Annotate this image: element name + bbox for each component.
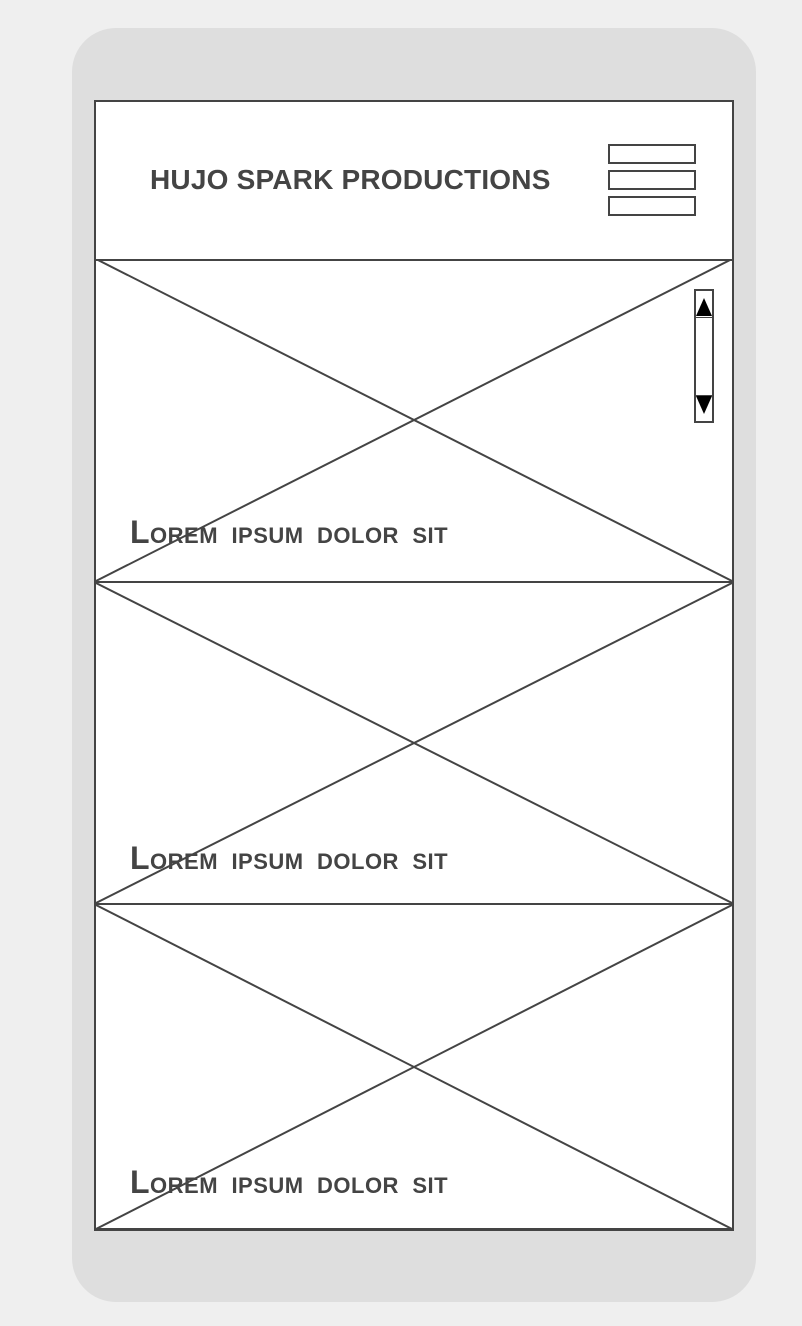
- arrow-down-icon[interactable]: [696, 395, 712, 415]
- menu-bar-middle: [608, 170, 696, 190]
- arrow-up-icon[interactable]: [696, 297, 712, 317]
- hamburger-menu-icon[interactable]: [608, 144, 696, 218]
- panel-caption: Lorem ipsum dolor sit: [130, 840, 449, 876]
- content-panel[interactable]: Lorem ipsum dolor sit: [96, 583, 732, 905]
- phone-screen: HUJO SPARK PRODUCTIONS Lorem ipsum dolor…: [94, 100, 734, 1231]
- menu-bar-top: [608, 144, 696, 164]
- app-header: HUJO SPARK PRODUCTIONS: [96, 102, 732, 261]
- vertical-scrollbar[interactable]: [694, 289, 714, 423]
- content-panel[interactable]: Lorem ipsum dolor sit: [96, 259, 732, 583]
- panel-caption: Lorem ipsum dolor sit: [130, 1164, 449, 1200]
- scroll-track-line-top: [696, 317, 712, 318]
- menu-bar-bottom: [608, 196, 696, 216]
- brand-title: HUJO SPARK PRODUCTIONS: [150, 164, 551, 195]
- panel-caption: Lorem ipsum dolor sit: [130, 514, 449, 550]
- content-panel[interactable]: Lorem ipsum dolor sit: [96, 905, 732, 1228]
